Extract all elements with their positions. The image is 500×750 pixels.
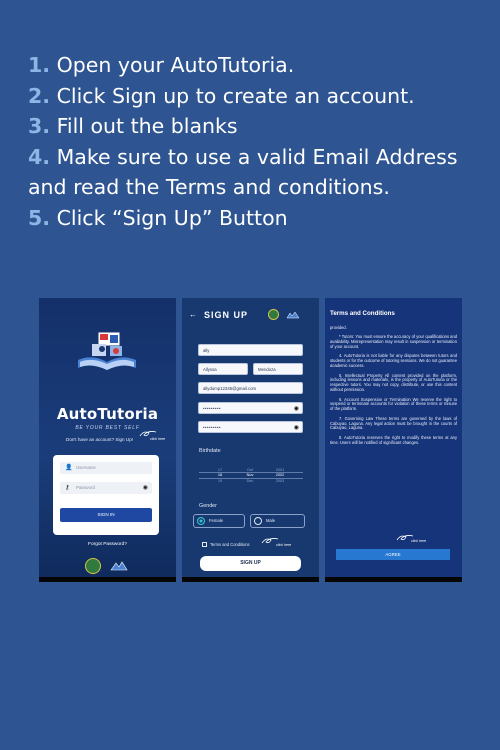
radio-unselected-icon [254,517,262,525]
instruction-step: 2. Click Sign up to create an account. [28,83,415,108]
terms-paragraph: 6. Account Suspension or Termination We … [330,396,457,412]
terms-checkbox[interactable]: Terms and Conditions [202,542,250,547]
terms-screen: Terms and Conditions provided. * Tutors:… [325,298,462,582]
instruction-step: 1. Open your AutoTutoria. [28,53,295,77]
agree-button[interactable]: AGREE [336,549,450,560]
terms-body: provided. * Tutors: You must ensure the … [330,325,457,450]
school-seal-icon [268,309,279,320]
sign-up-button[interactable]: SIGN UP [200,556,301,571]
instruction-step: 3. Fill out the blanks [28,114,238,139]
eye-icon[interactable]: ◉ [294,403,299,415]
instruction-step: 5. Click “Sign Up” Button [28,205,288,230]
signup-title: SIGN UP [204,310,249,320]
gender-label: Gender [199,503,217,509]
birthdate-label: Birthdate [199,448,221,454]
password-field[interactable]: ⚷ Password ◉ [60,482,152,494]
checkbox-icon [202,542,207,547]
confirm-password-field[interactable]: ••••••••• ◉ [198,421,303,433]
book-logo-icon [78,331,136,370]
gender-male-radio[interactable]: Male [250,514,305,528]
username-field[interactable]: 👤 Username [60,462,152,474]
instruction-step: 4. Make sure to use a valid Email Addres… [28,144,458,200]
terms-paragraph: 7. Governing Law These terms are governe… [330,415,457,431]
forgot-password-link[interactable]: Forgot Password? [39,542,176,547]
phone-nav-bar [182,577,319,582]
month-wheel[interactable]: Oct Nov Dec [242,468,258,484]
user-icon: 👤 [65,465,73,471]
instructions-list: 1. Open your AutoTutoria. 2. Click Sign … [28,50,478,234]
last-name-field[interactable]: Mendoza [253,363,303,375]
phone-nav-bar [39,577,176,582]
email-field[interactable]: allydump12345@gmail.com [198,382,303,394]
gender-female-radio[interactable]: Female [193,514,245,528]
eye-icon[interactable]: ◉ [294,422,299,434]
terms-paragraph: 5. Intellectual Property All content pro… [330,372,457,393]
day-wheel[interactable]: 17 18 19 [214,468,226,484]
app-brand-title: AutoTutoria [56,405,159,423]
terms-paragraph: * Tutors: You must ensure the accuracy o… [330,334,457,350]
back-arrow-icon[interactable]: ← [189,310,197,319]
login-card: 👤 Username ⚷ Password ◉ SIGN IN [53,455,159,535]
login-screen: AutoTutoria BE YOUR BEST SELF Don't have… [39,298,176,582]
school-seal-icon [85,558,101,574]
terms-title: Terms and Conditions [330,310,395,317]
click-hint: click here [138,429,165,441]
password-field[interactable]: ••••••••• ◉ [198,402,303,414]
sign-in-button[interactable]: SIGN IN [60,508,152,522]
terms-paragraph: 4. AutoTutoria is not liable for any dis… [330,353,457,369]
radio-selected-icon [197,517,205,525]
terms-paragraph: 8. AutoTutoria reserves the right to mod… [330,434,457,445]
click-hint: click here [395,533,426,543]
mountain-logo-icon [110,561,128,571]
mountain-logo-icon [286,311,300,319]
username-field[interactable]: ally [198,344,303,356]
first-name-field[interactable]: Allyssa [198,363,248,375]
key-icon: ⚷ [65,485,70,491]
signup-link[interactable]: Don't have an account? Sign Up! [66,437,133,442]
eye-icon[interactable]: ◉ [143,482,148,494]
click-hint: click here [260,536,291,547]
signup-screen: ← SIGN UP ally Allyssa Mendoza allydump1… [182,298,319,582]
year-wheel[interactable]: 2001 2002 2003 [272,468,288,484]
terms-paragraph: provided. [330,325,347,330]
phone-nav-bar [325,577,462,582]
